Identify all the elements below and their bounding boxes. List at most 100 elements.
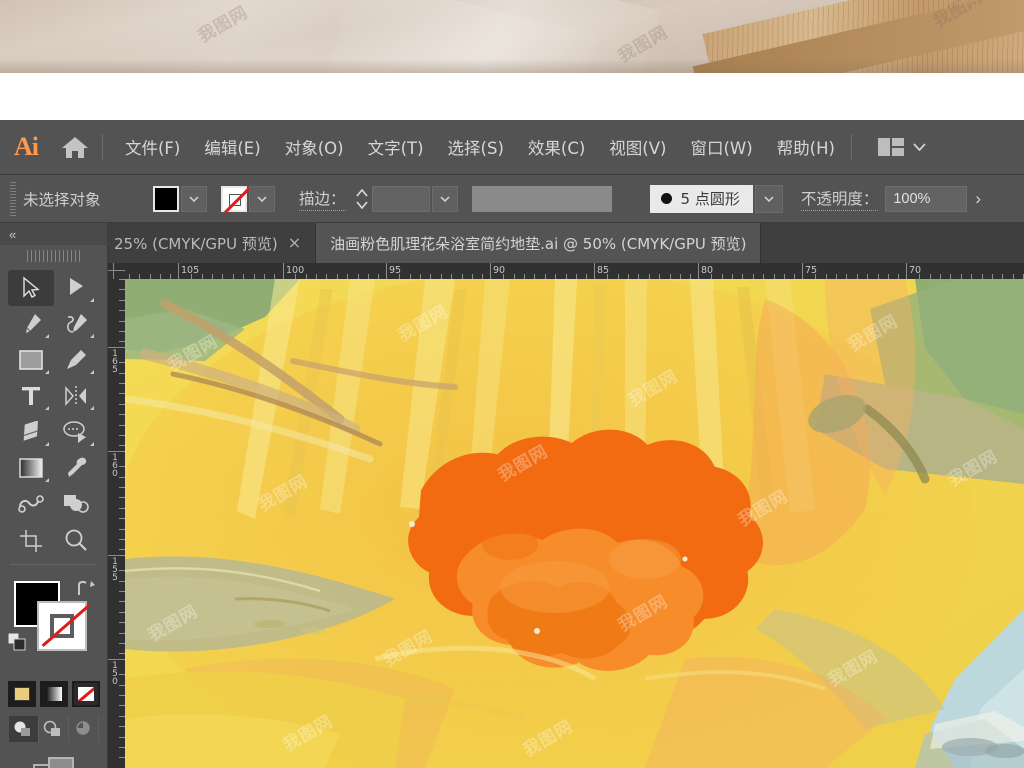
ruler-major-tick xyxy=(490,263,491,279)
chevron-down-icon xyxy=(189,195,199,202)
home-icon[interactable] xyxy=(52,134,98,160)
menu-effect[interactable]: 效果(C) xyxy=(516,131,597,163)
collapse-icon[interactable]: « xyxy=(9,227,16,242)
paintbrush-icon xyxy=(67,350,87,369)
ruler-origin-box[interactable] xyxy=(108,263,125,279)
draw-normal-button[interactable] xyxy=(8,716,39,742)
fill-dropdown-button[interactable] xyxy=(181,185,207,212)
eraser-icon xyxy=(23,421,38,441)
rotate-reflect-tool[interactable] xyxy=(54,378,100,414)
flyout-indicator xyxy=(44,370,49,374)
rectangle-tool[interactable] xyxy=(8,342,54,378)
tools-divider xyxy=(10,564,97,565)
fill-stroke-controls xyxy=(0,571,107,679)
menu-items-group: 文件(F) 编辑(E) 对象(O) 文字(T) 选择(S) 效果(C) 视图(V… xyxy=(113,131,847,163)
type-tool[interactable] xyxy=(8,378,54,414)
gradient-swatch-icon xyxy=(45,687,62,701)
tools-panel-grip[interactable] xyxy=(26,250,81,262)
flyout-indicator xyxy=(44,406,49,410)
control-bar-grip[interactable] xyxy=(8,181,17,216)
draw-inside-button[interactable] xyxy=(69,716,99,742)
shape-builder-icon xyxy=(63,421,87,443)
ruler-major-tick xyxy=(108,555,125,556)
ruler-major-tick xyxy=(594,263,595,279)
magnifier-icon xyxy=(65,529,88,551)
document-tab-2[interactable]: 油画粉色肌理花朵浴室简约地垫.ai @ 50% (CMYK/GPU 预览) xyxy=(316,223,762,263)
none-swatch-icon xyxy=(77,687,94,701)
menu-object[interactable]: 对象(O) xyxy=(273,131,356,163)
symbol-sprayer-tool[interactable] xyxy=(8,486,54,522)
tabbar-filler xyxy=(761,223,1024,263)
stroke-color-swatch[interactable] xyxy=(221,185,250,213)
ruler-major-tick xyxy=(108,659,125,660)
gradient-tool[interactable] xyxy=(8,450,54,486)
reflect-icon xyxy=(65,386,87,406)
ruler-major-tick xyxy=(178,263,179,279)
artboard-shapes-tool[interactable] xyxy=(54,486,100,522)
default-fill-stroke-icon[interactable] xyxy=(7,632,28,658)
gradient-icon xyxy=(19,458,43,478)
white-spacer xyxy=(0,73,1024,120)
vertical-ruler[interactable]: 165160155150 xyxy=(108,279,125,768)
zoom-tool[interactable] xyxy=(54,522,100,558)
ruler-major-tick xyxy=(802,263,803,279)
stroke-weight-label[interactable]: 描边： xyxy=(299,187,346,211)
fill-control[interactable] xyxy=(153,185,207,212)
flyout-indicator xyxy=(90,298,94,302)
stroke-control[interactable] xyxy=(221,185,275,213)
shape-builder-tool[interactable] xyxy=(54,414,100,450)
menu-edit[interactable]: 编辑(E) xyxy=(192,131,272,163)
tools-panel-header[interactable]: « xyxy=(0,223,107,245)
workspace-layout-icon xyxy=(877,138,904,156)
selection-tool[interactable] xyxy=(8,270,54,306)
opacity-label[interactable]: 不透明度： xyxy=(800,187,879,211)
menu-type[interactable]: 文字(T) xyxy=(356,131,436,163)
menu-window[interactable]: 窗口(W) xyxy=(678,131,764,163)
menu-file[interactable]: 文件(F) xyxy=(113,131,192,163)
menu-select[interactable]: 选择(S) xyxy=(436,131,516,163)
ruler-major-tick xyxy=(283,263,284,279)
toolbar-stroke-swatch[interactable] xyxy=(37,601,91,651)
paintbrush-tool[interactable] xyxy=(54,342,100,378)
horizontal-ruler[interactable]: 105 100 95 90 85 80 75 70 xyxy=(108,263,1024,279)
stroke-style-field[interactable] xyxy=(471,185,612,212)
curvature-pen-icon xyxy=(67,314,88,333)
tab-label: 油画粉色肌理花朵浴室简约地垫.ai @ 50% (CMYK/GPU 预览) xyxy=(330,234,747,253)
gradient-mode-button[interactable] xyxy=(39,681,68,707)
artboard-tool[interactable] xyxy=(8,522,54,558)
ruler-major-tick xyxy=(108,347,125,348)
close-icon[interactable]: × xyxy=(288,235,301,251)
workspace-switcher[interactable] xyxy=(877,138,926,156)
overflow-arrow-icon[interactable]: › xyxy=(975,189,981,209)
opacity-input[interactable]: 100% xyxy=(885,185,968,212)
stroke-dropdown-button[interactable] xyxy=(249,185,275,212)
flyout-indicator xyxy=(90,406,94,410)
pen-tool[interactable] xyxy=(8,306,54,342)
menu-help[interactable]: 帮助(H) xyxy=(765,131,847,163)
draw-behind-button[interactable] xyxy=(39,716,69,742)
stroke-weight-input[interactable] xyxy=(371,185,430,212)
swap-arrow-glyph xyxy=(78,580,95,595)
curvature-tool[interactable] xyxy=(54,306,100,342)
chevron-down-icon xyxy=(439,195,450,202)
artwork-flower xyxy=(125,279,1024,768)
none-mode-button[interactable] xyxy=(71,681,100,707)
eraser-tool[interactable] xyxy=(8,414,54,450)
flyout-indicator xyxy=(44,478,49,482)
fill-color-swatch[interactable] xyxy=(153,185,179,212)
brush-profile-dropdown[interactable] xyxy=(754,184,783,213)
ruler-major-tick xyxy=(108,451,125,452)
stroke-weight-dropdown[interactable] xyxy=(431,185,458,212)
ruler-major-tick xyxy=(386,263,387,279)
color-mode-button[interactable] xyxy=(7,681,36,707)
brush-profile-select[interactable]: 5 点圆形 xyxy=(649,184,753,213)
eyedropper-tool[interactable] xyxy=(54,450,100,486)
screen-mode-button[interactable] xyxy=(0,754,107,768)
artboard-canvas[interactable]: 我图网 我图网 我图网 我图网 我图网 我图网 我图网 我图网 我图网 我图网 … xyxy=(125,279,1024,768)
artboard-crop-icon xyxy=(19,530,42,552)
direct-selection-tool[interactable] xyxy=(54,270,100,306)
menu-view[interactable]: 视图(V) xyxy=(597,131,678,163)
eyedropper-icon xyxy=(68,457,87,477)
none-slash-icon xyxy=(224,186,250,213)
stroke-weight-stepper[interactable] xyxy=(354,184,370,214)
